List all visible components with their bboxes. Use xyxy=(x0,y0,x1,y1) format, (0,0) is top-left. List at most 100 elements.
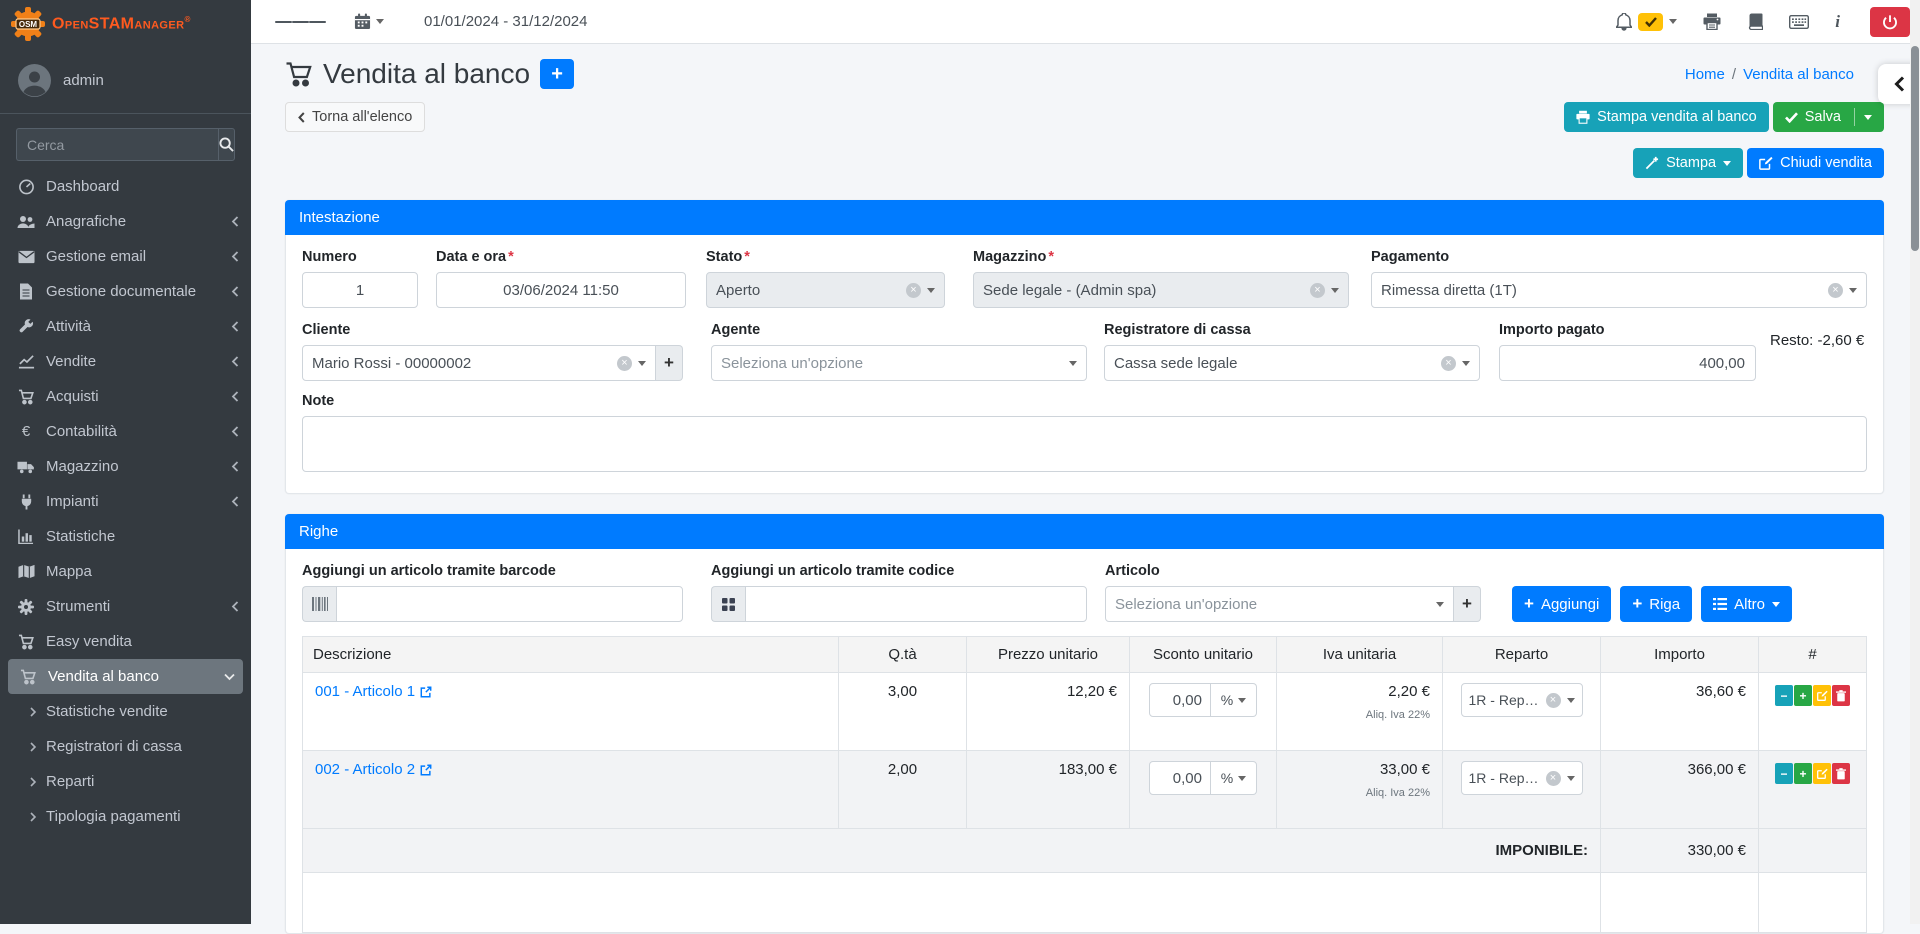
magazzino-select[interactable]: Sede legale - (Admin spa) xyxy=(973,272,1349,308)
reparto-select[interactable]: 1R - Reparto 1... xyxy=(1461,683,1583,717)
pagamento-select[interactable]: Rimessa diretta (1T) xyxy=(1371,272,1867,308)
sidebar-item-gestione-documentale[interactable]: Gestione documentale xyxy=(0,274,251,309)
plus-icon: + xyxy=(1524,594,1534,614)
decrease-qty-button[interactable]: − xyxy=(1775,763,1793,784)
clear-icon[interactable] xyxy=(906,283,921,298)
page-scrollbar[interactable] xyxy=(1910,0,1920,924)
search-input[interactable] xyxy=(16,128,218,161)
sidebar-subitem-reparti[interactable]: Reparti xyxy=(0,764,251,799)
menu-toggle-icon[interactable] xyxy=(275,18,326,26)
delete-row-button[interactable] xyxy=(1832,685,1850,706)
sidebar-item-attivita[interactable]: Attività xyxy=(0,309,251,344)
add-cliente-button[interactable]: + xyxy=(656,345,683,381)
scrollbar-thumb[interactable] xyxy=(1911,46,1919,251)
calendar-icon[interactable] xyxy=(354,13,384,30)
keyboard-icon[interactable] xyxy=(1789,15,1809,29)
sidebar-item-statistiche[interactable]: Statistiche xyxy=(0,519,251,554)
decrease-qty-button[interactable]: − xyxy=(1775,685,1793,706)
date-range[interactable]: 01/01/2024 - 31/12/2024 xyxy=(424,13,587,30)
iva-value: 33,00 € xyxy=(1380,761,1430,778)
sidebar-item-contabilita[interactable]: € Contabilità xyxy=(0,414,251,449)
logout-button[interactable] xyxy=(1870,7,1910,37)
aggiungi-button[interactable]: + Aggiungi xyxy=(1512,586,1611,622)
save-button[interactable]: Salva xyxy=(1773,102,1884,132)
breadcrumb-current-link[interactable]: Vendita al banco xyxy=(1743,66,1854,83)
edit-row-button[interactable] xyxy=(1813,763,1831,784)
sidebar-item-gestione-email[interactable]: Gestione email xyxy=(0,239,251,274)
prezzo-cell: 12,20 € xyxy=(967,673,1130,751)
clear-icon[interactable] xyxy=(1546,693,1561,708)
sidebar-item-vendita-al-banco[interactable]: Vendita al banco xyxy=(8,659,243,694)
registratore-select[interactable]: Cassa sede legale xyxy=(1104,345,1480,381)
importo-cell: 36,60 € xyxy=(1601,673,1759,751)
clear-icon[interactable] xyxy=(1546,771,1561,786)
data-ora-input[interactable] xyxy=(436,272,686,308)
article-link[interactable]: 001 - Articolo 1 xyxy=(315,683,432,700)
codice-input[interactable] xyxy=(745,586,1087,622)
close-sale-button[interactable]: Chiudi vendita xyxy=(1747,148,1884,178)
note-textarea[interactable] xyxy=(302,416,1867,472)
importo-pagato-input[interactable] xyxy=(1499,345,1756,381)
breadcrumb-home-link[interactable]: Home xyxy=(1685,66,1725,83)
sidebar-subitem-statistiche-vendite[interactable]: Statistiche vendite xyxy=(0,694,251,729)
gear-icon xyxy=(14,599,38,615)
caret-down-icon[interactable] xyxy=(1864,115,1872,120)
righe-table: Descrizione Q.tà Prezzo unitario Sconto … xyxy=(302,636,1867,933)
sidebar-item-dashboard[interactable]: Dashboard xyxy=(0,169,251,204)
col-reparto: Reparto xyxy=(1443,637,1601,673)
increase-qty-button[interactable]: + xyxy=(1794,685,1812,706)
clear-icon[interactable] xyxy=(1310,283,1325,298)
user-panel[interactable]: admin xyxy=(0,48,251,114)
reparto-select[interactable]: 1R - Reparto 1... xyxy=(1461,761,1583,795)
agente-select[interactable]: Seleziona un'opzione xyxy=(711,345,1087,381)
file-icon xyxy=(14,283,38,300)
sidebar-item-impianti[interactable]: Impianti xyxy=(0,484,251,519)
clear-icon[interactable] xyxy=(1441,356,1456,371)
delete-row-button[interactable] xyxy=(1832,763,1850,784)
info-icon[interactable]: i xyxy=(1835,12,1840,32)
app-logo[interactable]: OSM OpenSTAManager® xyxy=(0,0,251,48)
search-button[interactable] xyxy=(218,128,235,161)
riga-button[interactable]: + Riga xyxy=(1620,586,1692,622)
edit-row-button[interactable] xyxy=(1813,685,1831,706)
sidebar-item-acquisti[interactable]: Acquisti xyxy=(0,379,251,414)
sconto-input[interactable] xyxy=(1149,683,1211,717)
numero-input[interactable] xyxy=(302,272,418,308)
sidebar-item-mappa[interactable]: Mappa xyxy=(0,554,251,589)
clear-icon[interactable] xyxy=(617,356,632,371)
chevron-right-icon xyxy=(30,707,37,717)
sidebar-item-easy-vendita[interactable]: Easy vendita xyxy=(0,624,251,659)
sidebar-item-anagrafiche[interactable]: Anagrafiche xyxy=(0,204,251,239)
chevron-right-icon xyxy=(30,812,37,822)
sconto-unit-dropdown[interactable]: % xyxy=(1211,761,1257,795)
altro-button[interactable]: Altro xyxy=(1701,586,1792,622)
cliente-select[interactable]: Mario Rossi - 00000002 xyxy=(302,345,656,381)
sconto-unit-dropdown[interactable]: % xyxy=(1211,683,1257,717)
sidebar-item-magazzino[interactable]: Magazzino xyxy=(0,449,251,484)
book-icon[interactable] xyxy=(1747,13,1763,30)
sconto-input[interactable] xyxy=(1149,761,1211,795)
print-dropdown-button[interactable]: Stampa xyxy=(1633,148,1743,178)
stato-select[interactable]: Aperto xyxy=(706,272,945,308)
notifications[interactable] xyxy=(1616,13,1677,31)
add-articolo-button[interactable]: + xyxy=(1454,586,1481,622)
sidebar-item-vendite[interactable]: Vendite xyxy=(0,344,251,379)
barcode-input[interactable] xyxy=(336,586,683,622)
article-link[interactable]: 002 - Articolo 2 xyxy=(315,761,432,778)
avatar xyxy=(18,64,51,97)
imponibile-value: 330,00 € xyxy=(1601,829,1759,873)
sidebar-item-strumenti[interactable]: Strumenti xyxy=(0,589,251,624)
chevron-left-icon xyxy=(231,426,239,437)
print-sale-button[interactable]: Stampa vendita al banco xyxy=(1564,102,1769,132)
sidebar-subitem-tipologia-pagamenti[interactable]: Tipologia pagamenti xyxy=(0,799,251,834)
sidebar-subitem-registratori-di-cassa[interactable]: Registratori di cassa xyxy=(0,729,251,764)
new-record-button[interactable]: + xyxy=(540,59,574,89)
chevron-left-icon xyxy=(231,251,239,262)
increase-qty-button[interactable]: + xyxy=(1794,763,1812,784)
sidebar-nav: Dashboard Anagrafiche Gestione email Ges… xyxy=(0,169,251,834)
printer-icon xyxy=(1576,110,1590,124)
printer-icon[interactable] xyxy=(1703,13,1721,30)
clear-icon[interactable] xyxy=(1828,283,1843,298)
back-to-list-button[interactable]: Torna all'elenco xyxy=(285,102,425,132)
articolo-select[interactable]: Seleziona un'opzione xyxy=(1105,586,1454,622)
